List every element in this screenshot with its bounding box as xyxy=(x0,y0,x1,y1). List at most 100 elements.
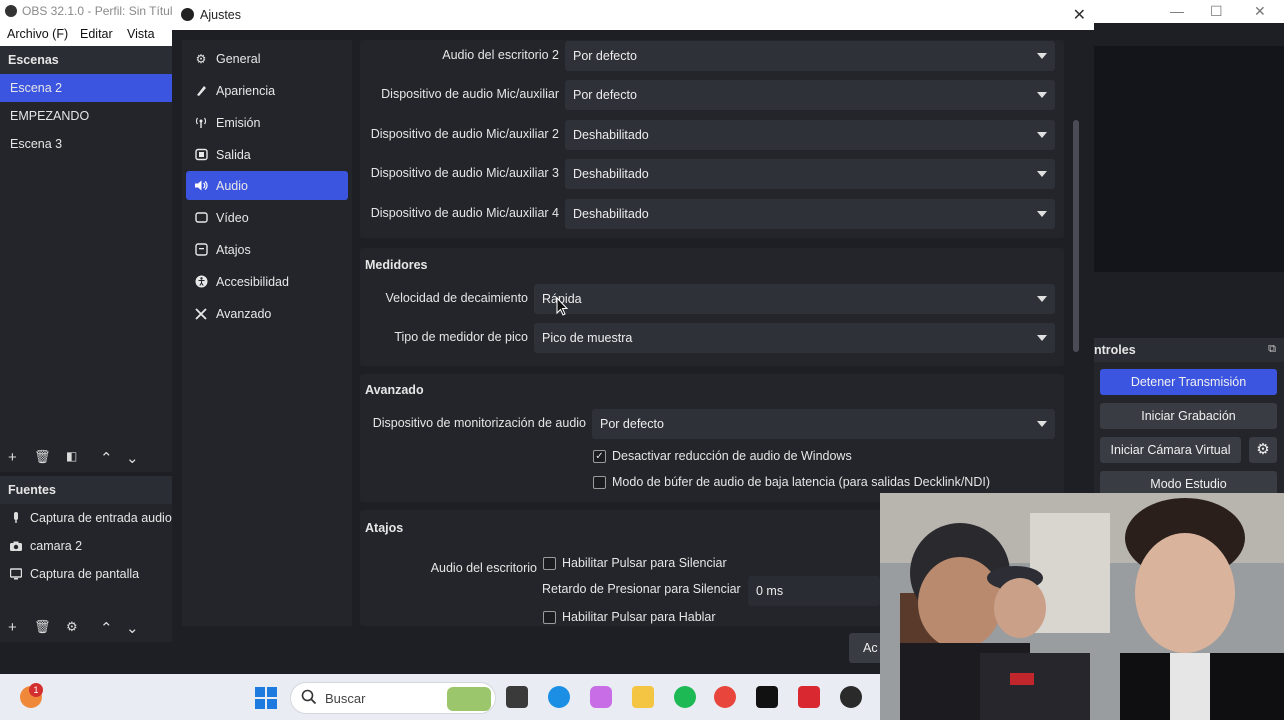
chevron-down-icon[interactable]: ⌄ xyxy=(126,619,139,637)
mic-aux-4-select[interactable]: Deshabilitado xyxy=(565,199,1055,229)
menu-archivo[interactable]: Archivo (F) xyxy=(7,27,68,41)
chevron-down-icon xyxy=(1037,296,1047,302)
chevron-down-icon[interactable]: ⌄ xyxy=(126,449,139,467)
maximize-icon[interactable]: ☐ xyxy=(1210,3,1223,20)
close-icon[interactable]: ✕ xyxy=(1073,5,1086,25)
low-latency-checkbox[interactable] xyxy=(593,475,606,489)
palette-icon xyxy=(194,84,208,98)
monitor-device-select[interactable]: Por defecto xyxy=(592,409,1055,439)
notification-badge: 1 xyxy=(29,683,43,697)
close-icon[interactable]: ✕ xyxy=(1254,3,1266,20)
trash-icon[interactable]: 🗑 xyxy=(34,449,51,465)
push-to-mute-option[interactable]: Habilitar Pulsar para Silenciar xyxy=(543,556,727,570)
source-item[interactable]: Captura de entrada audio xyxy=(0,504,172,532)
add-icon[interactable]: + xyxy=(8,619,17,636)
obs-taskbar-icon[interactable] xyxy=(840,686,862,708)
search-icon xyxy=(301,689,317,708)
spotify-icon[interactable] xyxy=(674,686,696,708)
gear-icon[interactable]: ⚙ xyxy=(66,619,78,635)
start-recording-button[interactable]: Iniciar Grabación xyxy=(1100,403,1277,429)
chevron-down-icon xyxy=(1037,335,1047,341)
push-to-talk-checkbox[interactable] xyxy=(543,610,556,624)
source-item[interactable]: Captura de pantalla xyxy=(0,560,172,588)
microphone-icon xyxy=(10,512,22,524)
mic-aux-2-select[interactable]: Deshabilitado xyxy=(565,120,1055,150)
edge-icon[interactable] xyxy=(548,686,570,708)
select-value: Deshabilitado xyxy=(573,128,649,142)
settings-dialog-titlebar: Ajustes ✕ xyxy=(172,0,1094,30)
settings-scrollbar[interactable] xyxy=(1073,120,1079,352)
stop-streaming-button[interactable]: Detener Transmisión xyxy=(1100,369,1277,395)
nav-accessibility[interactable]: Accesibilidad xyxy=(186,267,348,296)
filter-icon[interactable]: ◧ xyxy=(66,449,77,463)
nav-label: Accesibilidad xyxy=(216,274,289,289)
search-highlight-icon xyxy=(447,687,491,711)
meters-title: Medidores xyxy=(365,258,428,272)
scene-item[interactable]: Escena 3 xyxy=(0,130,172,158)
select-value: Por defecto xyxy=(600,417,664,431)
nav-advanced[interactable]: Avanzado xyxy=(186,299,348,328)
nav-label: Audio xyxy=(216,178,248,193)
push-to-talk-option[interactable]: Habilitar Pulsar para Hablar xyxy=(543,610,716,624)
nav-general[interactable]: ⚙ General xyxy=(186,44,348,73)
decay-rate-label: Velocidad de decaimiento xyxy=(385,291,528,305)
obs-logo-icon xyxy=(181,8,194,21)
obs-logo-icon xyxy=(5,5,17,17)
push-to-mute-checkbox[interactable] xyxy=(543,556,556,570)
mic-aux-3-select[interactable]: Deshabilitado xyxy=(565,159,1055,189)
minimize-icon[interactable]: — xyxy=(1170,3,1184,19)
capcut-icon[interactable] xyxy=(756,686,778,708)
monitor-device-label: Dispositivo de monitorización de audio xyxy=(372,416,586,430)
chevron-down-icon xyxy=(1037,421,1047,427)
decay-rate-select[interactable]: Rápida xyxy=(534,284,1055,314)
peak-meter-label: Tipo de medidor de pico xyxy=(394,330,528,344)
search-placeholder: Buscar xyxy=(325,691,366,706)
copilot-icon[interactable] xyxy=(590,686,612,708)
source-label: Captura de entrada audio xyxy=(30,511,172,525)
scene-item[interactable]: EMPEZANDO xyxy=(0,102,172,130)
controls-header: ntroles xyxy=(1094,338,1284,362)
nav-label: Avanzado xyxy=(216,306,272,321)
mic-aux-select[interactable]: Por defecto xyxy=(565,80,1055,110)
virtual-camera-settings-icon[interactable]: ⚙ xyxy=(1249,437,1277,463)
chevron-up-icon[interactable]: ⌃ xyxy=(100,619,113,637)
disable-ducking-option[interactable]: ✓ Desactivar reducción de audio de Windo… xyxy=(593,449,852,463)
add-icon[interactable]: + xyxy=(8,449,17,466)
video-icon xyxy=(194,211,208,225)
low-latency-option[interactable]: Modo de búfer de audio de baja latencia … xyxy=(593,475,990,489)
desktop-audio-2-label: Audio del escritorio 2 xyxy=(442,48,559,62)
select-value: Por defecto xyxy=(573,88,637,102)
scene-item[interactable]: Escena 2 xyxy=(0,74,172,102)
chrome-icon[interactable] xyxy=(714,686,736,708)
nav-audio[interactable]: Audio xyxy=(186,171,348,200)
source-item[interactable]: camara 2 xyxy=(0,532,172,560)
disable-ducking-checkbox[interactable]: ✓ xyxy=(593,449,606,463)
menu-editar[interactable]: Editar xyxy=(80,27,113,41)
taskbar-search-input[interactable]: Buscar xyxy=(290,682,496,714)
chevron-up-icon[interactable]: ⌃ xyxy=(100,449,113,467)
menu-vista[interactable]: Vista xyxy=(127,27,155,41)
nav-output[interactable]: Salida xyxy=(186,140,348,169)
source-label: camara 2 xyxy=(30,539,83,553)
sources-toolbar: + 🗑 ⚙ ⌃ ⌄ xyxy=(0,616,172,642)
nav-appearance[interactable]: Apariencia xyxy=(186,76,348,105)
wps-office-icon[interactable] xyxy=(798,686,820,708)
webcam-overlay xyxy=(880,493,1284,720)
start-virtual-camera-button[interactable]: Iniciar Cámara Virtual xyxy=(1100,437,1241,463)
task-view-icon[interactable] xyxy=(506,686,528,708)
sources-panel: Fuentes Captura de entrada audio camara … xyxy=(0,476,172,616)
desktop-audio-2-select[interactable]: Por defecto xyxy=(565,41,1055,71)
trash-icon[interactable]: 🗑 xyxy=(34,619,51,635)
chevron-down-icon xyxy=(1037,132,1047,138)
scenes-panel: Escenas Escena 2 EMPEZANDO Escena 3 xyxy=(0,46,172,446)
nav-stream[interactable]: Emisión xyxy=(186,108,348,137)
nav-hotkeys[interactable]: Atajos xyxy=(186,235,348,264)
windows-start-icon[interactable] xyxy=(255,687,277,712)
file-explorer-icon[interactable] xyxy=(632,686,654,708)
push-to-mute-delay-input[interactable]: 0 ms xyxy=(748,576,880,606)
dock-float-icon[interactable]: ⧉ xyxy=(1268,343,1276,356)
peak-meter-select[interactable]: Pico de muestra xyxy=(534,323,1055,353)
obs-window-title: OBS 32.1.0 - Perfil: Sin Título - xyxy=(22,4,187,18)
nav-video[interactable]: Vídeo xyxy=(186,203,348,232)
nav-label: Atajos xyxy=(216,242,251,257)
